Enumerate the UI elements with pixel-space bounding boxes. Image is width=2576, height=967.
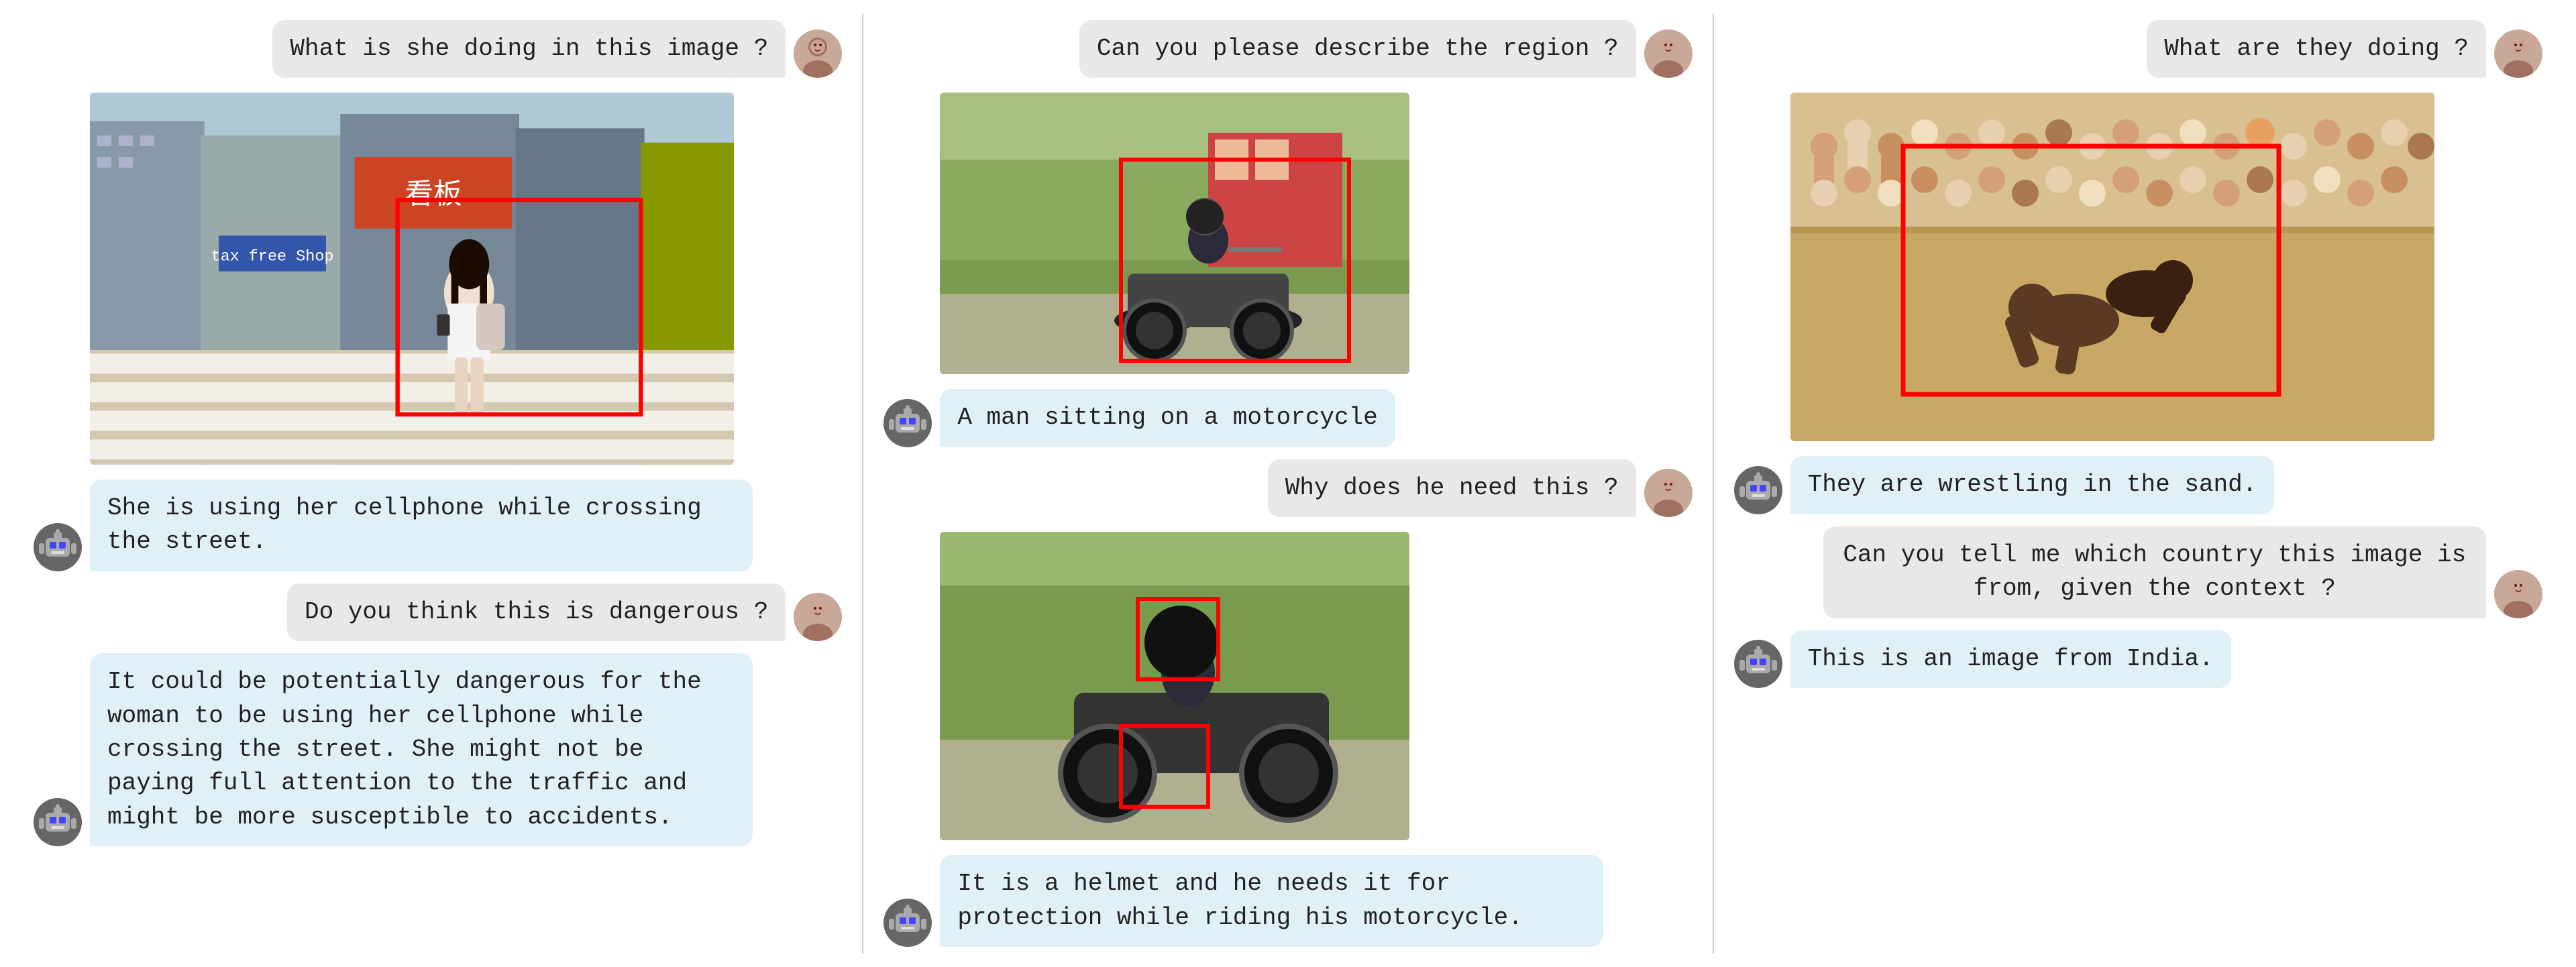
user-avatar	[794, 593, 842, 641]
message-row: Can you please describe the region ?	[883, 20, 1692, 78]
chat-column-1: What is she doing in this image ?	[20, 13, 855, 853]
user-message-bubble: Can you please describe the region ?	[1079, 20, 1636, 78]
user-message-bubble: Why does he need this ?	[1268, 459, 1636, 517]
bot-message-bubble: It is a helmet and he needs it for prote…	[940, 855, 1603, 947]
bot-avatar	[34, 523, 82, 571]
svg-text:tax free Shop: tax free Shop	[211, 248, 334, 266]
user-avatar	[794, 30, 842, 78]
column-divider	[1713, 13, 1714, 954]
bot-message-bubble: She is using her cellphone while crossin…	[90, 479, 753, 571]
user-avatar	[2494, 30, 2542, 78]
image-container-3	[1734, 93, 2542, 441]
user-avatar	[2494, 570, 2542, 618]
bot-message-bubble: They are wrestling in the sand.	[1790, 456, 2275, 514]
image-container-2b	[883, 532, 1692, 840]
bot-avatar	[34, 798, 82, 846]
user-message-bubble: Do you think this is dangerous ?	[287, 583, 786, 641]
message-row: Can you tell me which country this image…	[1734, 526, 2542, 618]
chat-column-3: What are they doing ?	[1721, 13, 2556, 695]
bot-message-bubble: It could be potentially dangerous for th…	[90, 653, 753, 846]
message-row: What are they doing ?	[1734, 20, 2542, 78]
user-message-bubble: What is she doing in this image ?	[272, 20, 786, 78]
chat-image-1: 看板 tax free Shop	[90, 93, 734, 465]
message-row: What is she doing in this image ?	[34, 20, 842, 78]
message-row: Do you think this is dangerous ?	[34, 583, 842, 641]
bot-avatar	[1734, 640, 1782, 688]
message-row: Why does he need this ?	[883, 459, 1692, 517]
user-avatar	[1644, 469, 1693, 517]
user-message-bubble: What are they doing ?	[2147, 20, 2486, 78]
bot-avatar	[883, 399, 932, 447]
bot-avatar	[1734, 466, 1782, 514]
message-row: A man sitting on a motorcycle	[883, 389, 1692, 447]
image-container-2a	[883, 93, 1692, 374]
message-row: It is a helmet and he needs it for prote…	[883, 855, 1692, 947]
bot-message-bubble: This is an image from India.	[1790, 630, 2231, 688]
chat-column-2: Can you please describe the region ?	[870, 13, 1705, 954]
message-row: They are wrestling in the sand.	[1734, 456, 2542, 514]
image-container-1: 看板 tax free Shop	[34, 93, 842, 465]
message-row: It could be potentially dangerous for th…	[34, 653, 842, 846]
message-row: This is an image from India.	[1734, 630, 2542, 688]
bot-message-bubble: A man sitting on a motorcycle	[940, 389, 1395, 447]
column-divider	[862, 13, 863, 954]
chat-image-2a	[940, 93, 1409, 374]
chat-image-2b	[940, 532, 1409, 840]
user-avatar	[1644, 30, 1693, 78]
user-message-bubble: Can you tell me which country this image…	[1823, 526, 2486, 618]
bot-avatar	[883, 899, 932, 947]
message-row: She is using her cellphone while crossin…	[34, 479, 842, 571]
chat-image-3	[1790, 93, 2434, 441]
svg-text:看板: 看板	[405, 179, 462, 211]
